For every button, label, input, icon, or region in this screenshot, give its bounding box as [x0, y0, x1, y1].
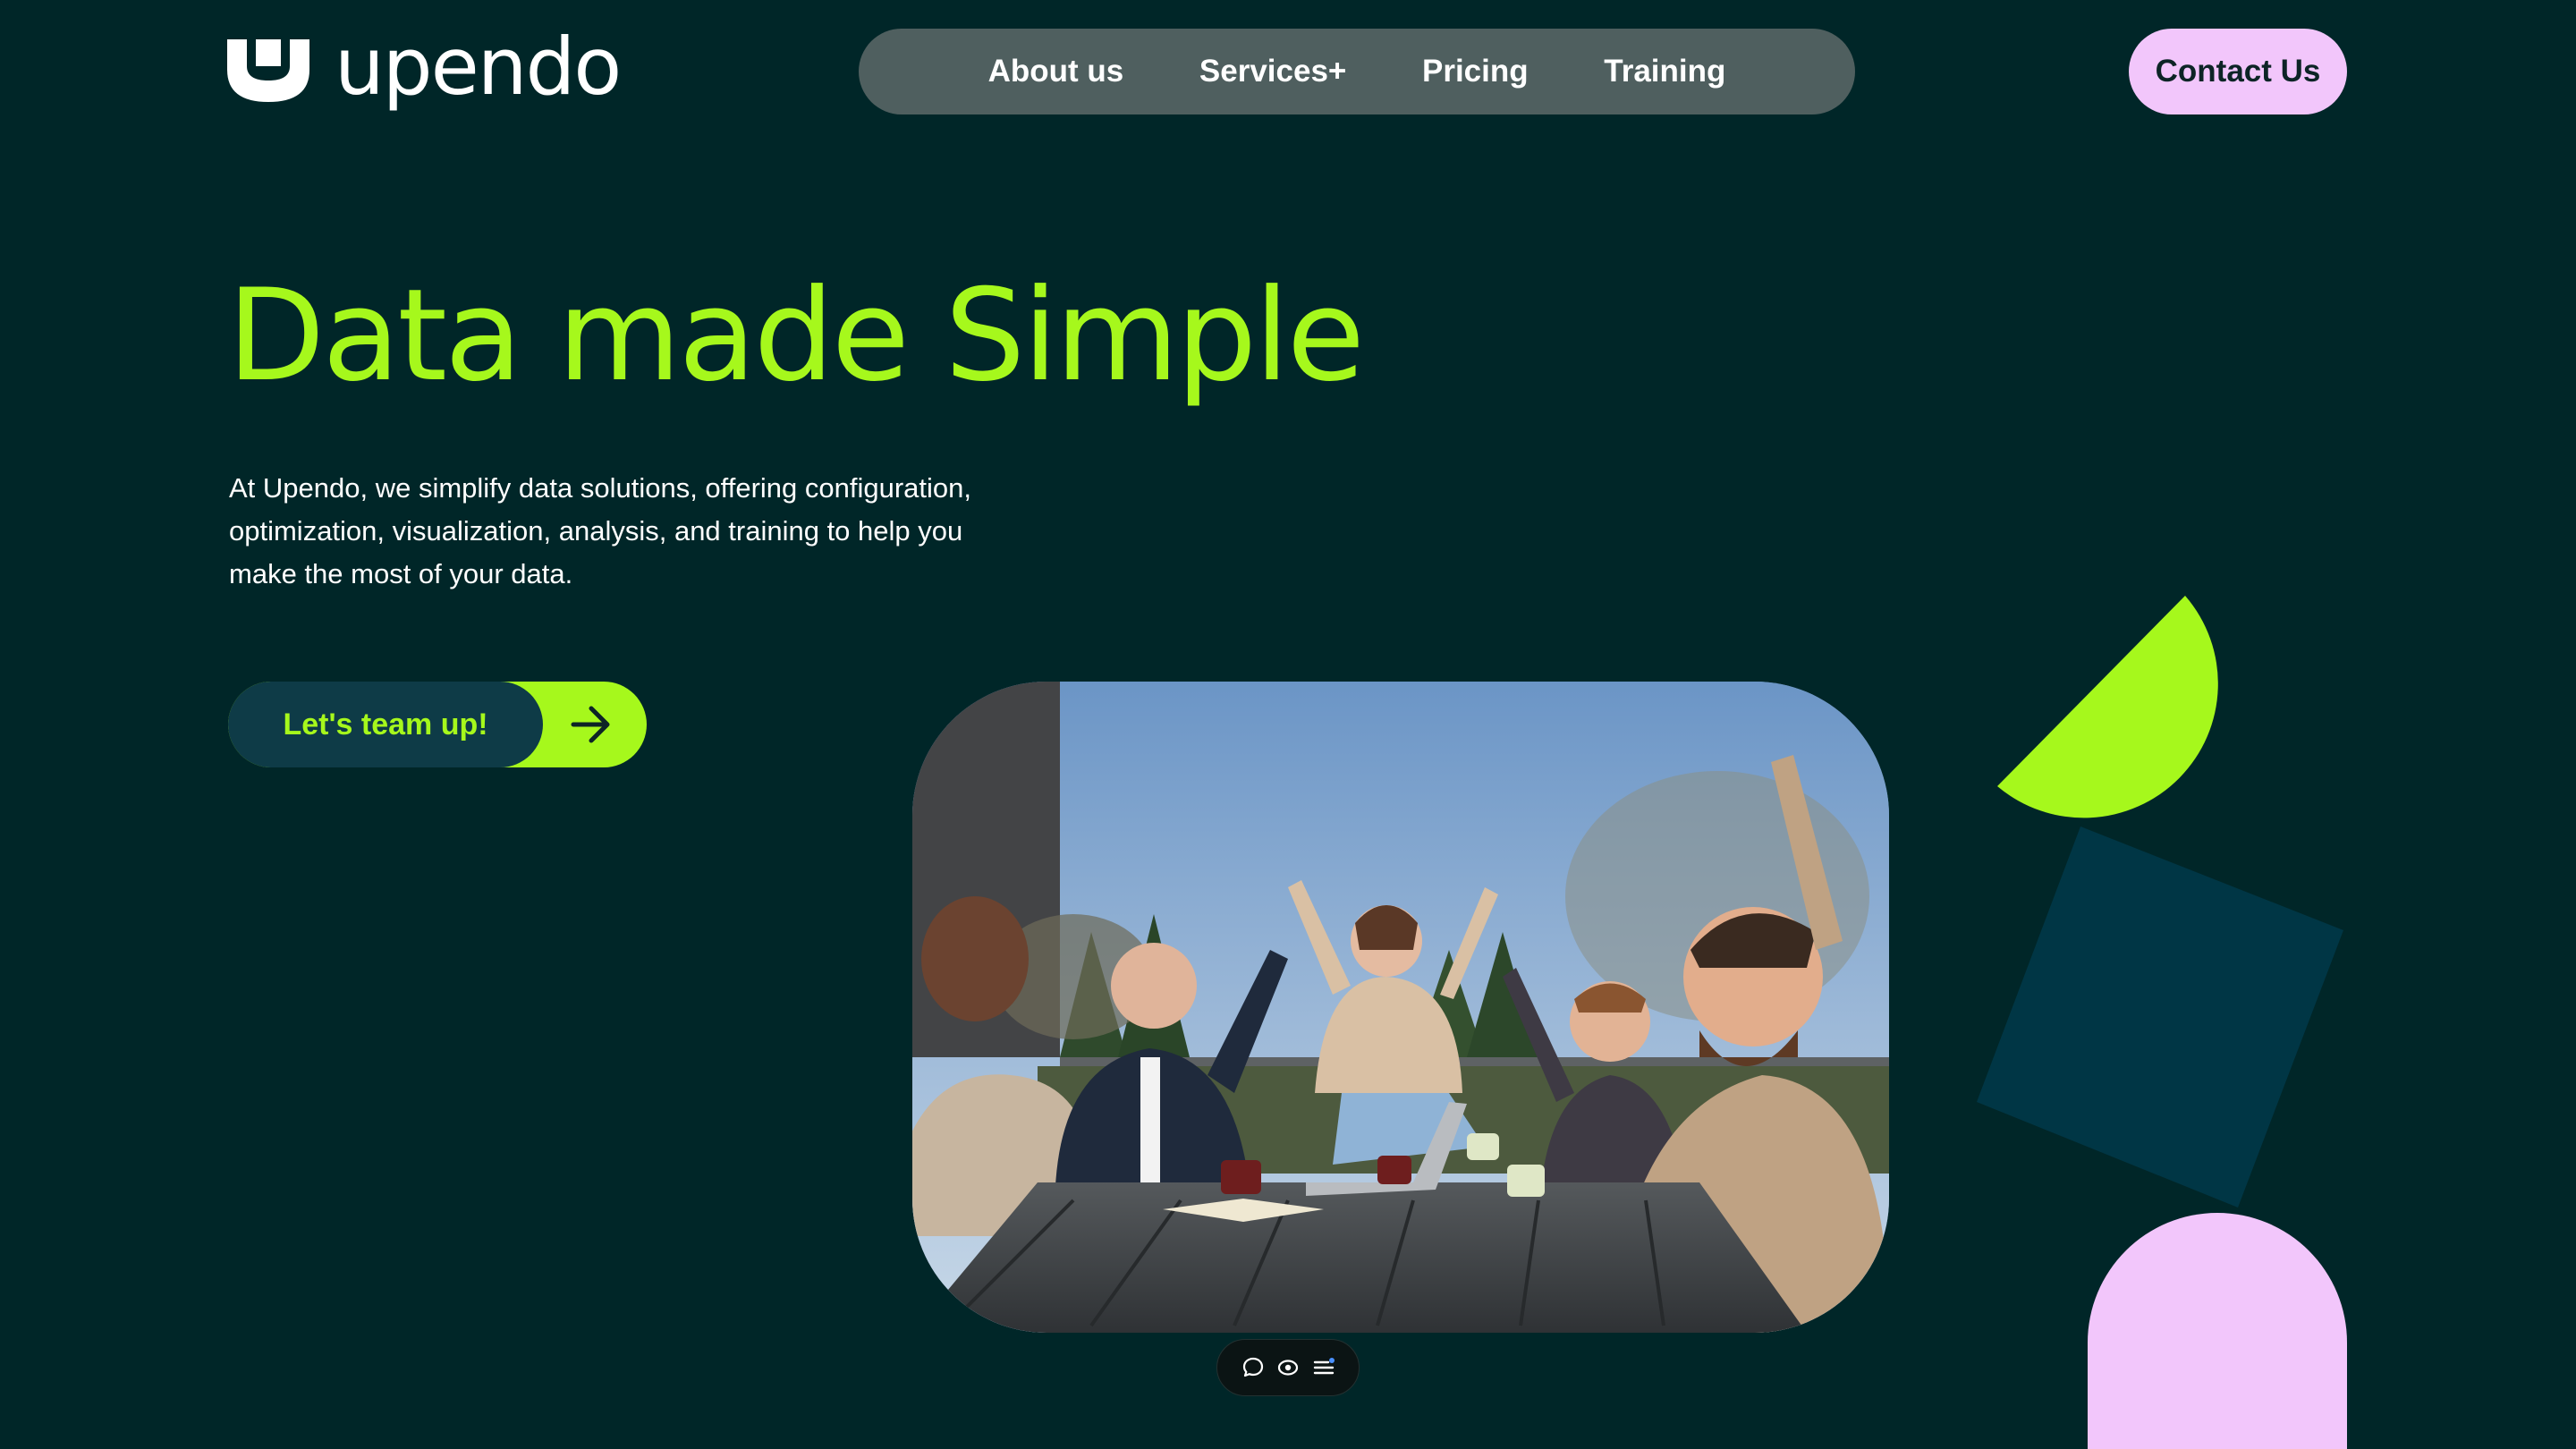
page: upendo About us Services+ Pricing Traini… — [0, 0, 2576, 1449]
logo[interactable]: upendo — [227, 21, 622, 113]
hero-team-photo — [912, 682, 1889, 1333]
eye-icon[interactable] — [1275, 1355, 1301, 1380]
nav-item-about-us[interactable]: About us — [988, 54, 1124, 89]
contact-us-button[interactable]: Contact Us — [2129, 29, 2347, 114]
arrow-right-icon — [571, 706, 610, 743]
cta-label-pill: Let's team up! — [228, 682, 543, 767]
decorative-lime-half-circle — [1997, 596, 2218, 818]
comment-icon[interactable] — [1241, 1355, 1266, 1380]
decorative-pink-arch — [2088, 1213, 2347, 1449]
logo-mark-icon — [227, 39, 309, 102]
decorative-teal-square — [1977, 826, 2343, 1208]
list-icon[interactable] — [1311, 1355, 1336, 1380]
logo-text: upendo — [335, 21, 622, 113]
nav-item-training[interactable]: Training — [1604, 54, 1725, 89]
team-photo-illustration — [912, 682, 1889, 1333]
hero-title: Data made Simple — [227, 262, 1365, 410]
nav-item-services[interactable]: Services+ — [1199, 54, 1346, 89]
floating-toolbar — [1216, 1339, 1360, 1396]
nav-item-pricing[interactable]: Pricing — [1422, 54, 1529, 89]
cta-label: Let's team up! — [283, 707, 488, 741]
main-nav: About us Services+ Pricing Training — [859, 29, 1855, 114]
lets-team-up-button[interactable]: Let's team up! — [228, 682, 647, 767]
hero-description: At Upendo, we simplify data solutions, o… — [229, 472, 972, 589]
